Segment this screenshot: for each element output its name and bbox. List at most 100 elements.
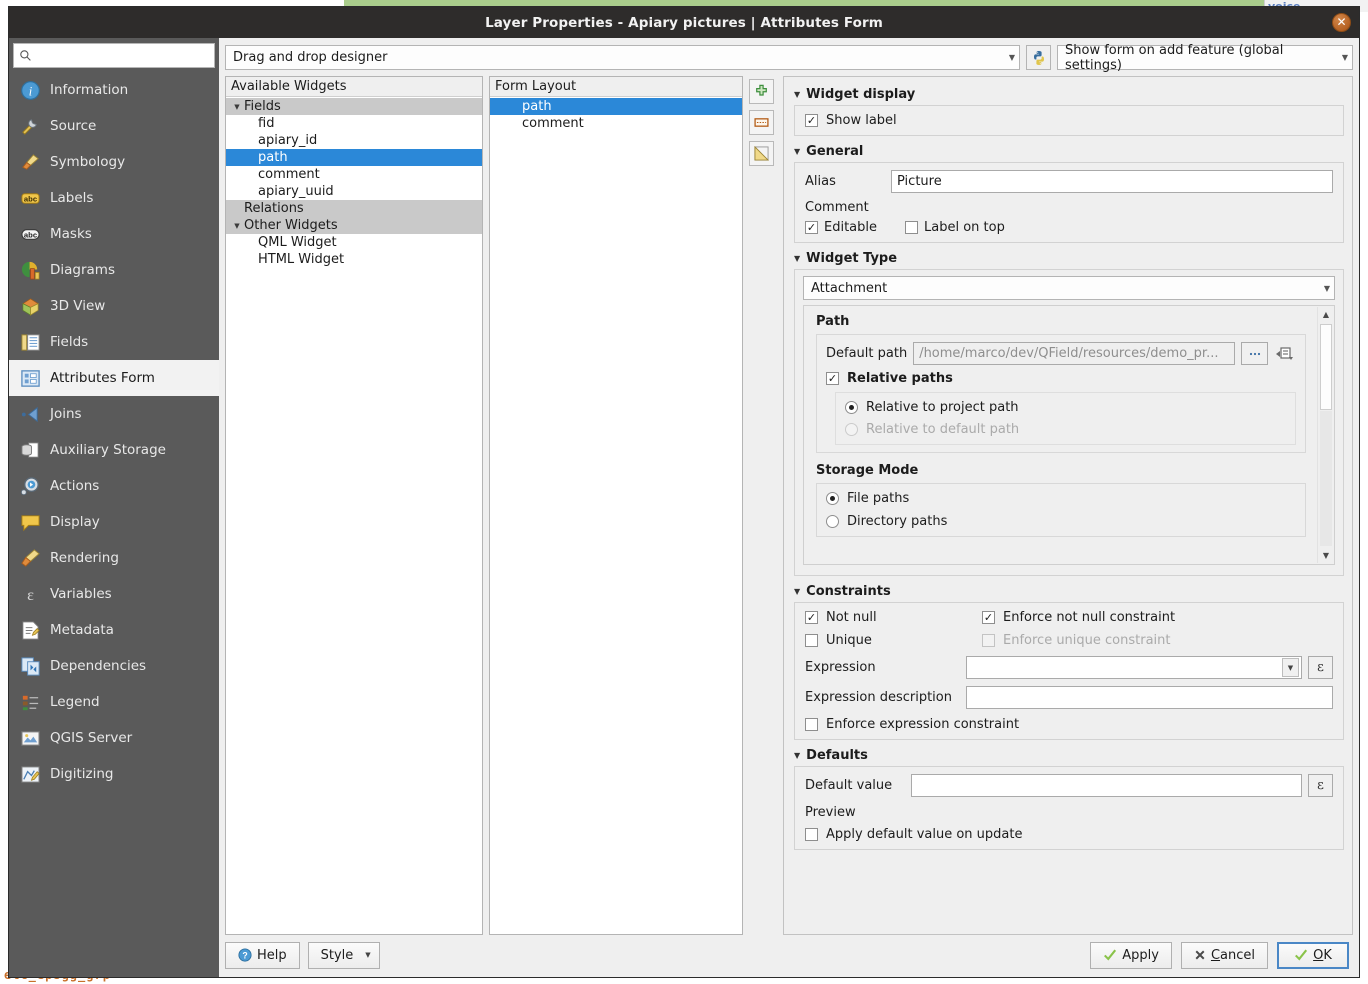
enforce-not-null-checkbox[interactable]: ✓ (982, 611, 995, 624)
help-button[interactable]: ? Help (225, 942, 300, 969)
available-widgets-tree[interactable]: ▼ Fields fid apiary_id (226, 97, 482, 934)
tree-item-apiary-id[interactable]: apiary_id (226, 132, 482, 149)
tree-item-other-widgets[interactable]: ▼ Other Widgets (226, 217, 482, 234)
invert-selection-button[interactable] (749, 141, 774, 166)
search-input[interactable] (36, 47, 209, 64)
sidebar-item-display[interactable]: Display (9, 504, 219, 540)
ok-button[interactable]: OK (1277, 942, 1349, 969)
chevron-down-icon[interactable]: ▼ (1282, 658, 1299, 677)
sidebar-item-information[interactable]: i Information (9, 72, 219, 108)
sidebar-item-rendering[interactable]: Rendering (9, 540, 219, 576)
close-icon[interactable]: ✕ (1332, 13, 1351, 32)
directory-paths-radio[interactable] (826, 515, 839, 528)
sidebar-item-actions[interactable]: Actions (9, 468, 219, 504)
widget-type-combo[interactable]: Attachment ▼ (803, 276, 1335, 300)
python-init-button[interactable] (1026, 45, 1051, 70)
tree-item-qml-widget[interactable]: QML Widget (226, 234, 482, 251)
sidebar-item-masks[interactable]: abc Masks (9, 216, 219, 252)
form-layout-item-comment[interactable]: comment (490, 115, 742, 132)
default-value-input[interactable] (911, 774, 1302, 797)
sidebar-item-fields[interactable]: Fields (9, 324, 219, 360)
widget-type-scrollbar[interactable]: ▲ ▼ (1317, 307, 1333, 563)
add-widget-button[interactable] (749, 110, 774, 135)
cancel-button[interactable]: Cancel (1181, 942, 1268, 969)
sidebar-item-variables[interactable]: ε Variables (9, 576, 219, 612)
show-label-label[interactable]: Show label (826, 113, 897, 128)
editable-label[interactable]: Editable (824, 220, 877, 235)
chevron-down-icon[interactable]: ▼ (230, 222, 244, 230)
sidebar-item-labels[interactable]: abc Labels (9, 180, 219, 216)
sidebar-item-source[interactable]: Source (9, 108, 219, 144)
section-general[interactable]: ▼ General (794, 140, 1344, 162)
tree-item-fid[interactable]: fid (226, 115, 482, 132)
editable-checkbox[interactable]: ✓ (805, 221, 818, 234)
sidebar-item-joins[interactable]: Joins (9, 396, 219, 432)
preview-row: Preview (805, 805, 1333, 820)
unique-label[interactable]: Unique (826, 633, 974, 648)
label-on-top-checkbox[interactable] (905, 221, 918, 234)
relative-to-project-radio[interactable] (845, 401, 858, 414)
data-defined-override-icon[interactable] (1274, 346, 1296, 362)
style-button[interactable]: Style ▼ (308, 942, 380, 969)
unique-checkbox[interactable] (805, 634, 818, 647)
chevron-down-icon[interactable]: ▼ (230, 103, 244, 111)
relative-paths-checkbox[interactable]: ✓ (826, 372, 839, 385)
scroll-up-icon[interactable]: ▲ (1318, 307, 1334, 322)
scrollbar-thumb[interactable] (1320, 324, 1332, 410)
sidebar-item-dependencies[interactable]: Dependencies (9, 648, 219, 684)
relative-paths-label[interactable]: Relative paths (847, 371, 953, 386)
sidebar-item-label: Metadata (50, 622, 114, 638)
browse-button[interactable] (1241, 342, 1268, 365)
relative-to-project-label[interactable]: Relative to project path (866, 400, 1019, 415)
sidebar-item-diagrams[interactable]: Diagrams (9, 252, 219, 288)
form-layout-item-path[interactable]: path (490, 98, 742, 115)
section-constraints[interactable]: ▼ Constraints (794, 580, 1344, 602)
label-on-top-label[interactable]: Label on top (924, 220, 1005, 235)
sidebar-item-symbology[interactable]: Symbology (9, 144, 219, 180)
enforce-expression-label[interactable]: Enforce expression constraint (826, 717, 1019, 732)
show-label-checkbox[interactable]: ✓ (805, 114, 818, 127)
tree-item-relations[interactable]: Relations (226, 200, 482, 217)
sidebar-item-legend[interactable]: Legend (9, 684, 219, 720)
expression-builder-button[interactable]: ε (1308, 656, 1333, 679)
scroll-down-icon[interactable]: ▼ (1318, 548, 1334, 563)
file-paths-label[interactable]: File paths (847, 491, 909, 506)
sidebar-item-auxiliary-storage[interactable]: Auxiliary Storage (9, 432, 219, 468)
expression-combo[interactable]: ▼ (966, 656, 1302, 679)
file-paths-radio[interactable] (826, 492, 839, 505)
expression-description-input[interactable] (966, 686, 1333, 709)
chevron-down-icon[interactable]: ▼ (365, 951, 370, 959)
default-path-input[interactable]: /home/marco/dev/QField/resources/demo_pr… (913, 342, 1235, 365)
tree-item-apiary-uuid[interactable]: apiary_uuid (226, 183, 482, 200)
enforce-not-null-label[interactable]: Enforce not null constraint (1003, 610, 1175, 625)
apply-on-update-label[interactable]: Apply default value on update (826, 827, 1022, 842)
sidebar-item-qgis-server[interactable]: QGIS Server (9, 720, 219, 756)
sidebar-item-digitizing[interactable]: Digitizing (9, 756, 219, 792)
form-layout-tree[interactable]: path comment (490, 97, 742, 934)
scrollbar-track[interactable] (1320, 411, 1332, 546)
tree-item-html-widget[interactable]: HTML Widget (226, 251, 482, 268)
apply-on-update-checkbox[interactable] (805, 828, 818, 841)
tree-item-fields[interactable]: ▼ Fields (226, 98, 482, 115)
section-widget-type[interactable]: ▼ Widget Type (794, 247, 1344, 269)
alias-input[interactable]: Picture (891, 170, 1333, 193)
apply-button[interactable]: Apply (1090, 942, 1172, 969)
diagrams-icon (19, 259, 41, 281)
add-container-button[interactable] (749, 79, 774, 104)
designer-mode-combo[interactable]: Drag and drop designer ▼ (225, 45, 1020, 70)
sidebar-item-attributes-form[interactable]: Attributes Form (9, 360, 219, 396)
default-value-expression-button[interactable]: ε (1308, 774, 1333, 797)
enforce-expression-checkbox[interactable] (805, 718, 818, 731)
not-null-checkbox[interactable]: ✓ (805, 611, 818, 624)
form-suppress-combo[interactable]: Show form on add feature (global setting… (1057, 45, 1353, 70)
search-box[interactable] (13, 43, 215, 68)
section-widget-display[interactable]: ▼ Widget display (794, 83, 1344, 105)
not-null-label[interactable]: Not null (826, 610, 974, 625)
attributes-form-icon (19, 367, 41, 389)
tree-item-comment[interactable]: comment (226, 166, 482, 183)
directory-paths-label[interactable]: Directory paths (847, 514, 947, 529)
sidebar-item-3d-view[interactable]: 3D View (9, 288, 219, 324)
section-defaults[interactable]: ▼ Defaults (794, 744, 1344, 766)
tree-item-path[interactable]: path (226, 149, 482, 166)
sidebar-item-metadata[interactable]: Metadata (9, 612, 219, 648)
